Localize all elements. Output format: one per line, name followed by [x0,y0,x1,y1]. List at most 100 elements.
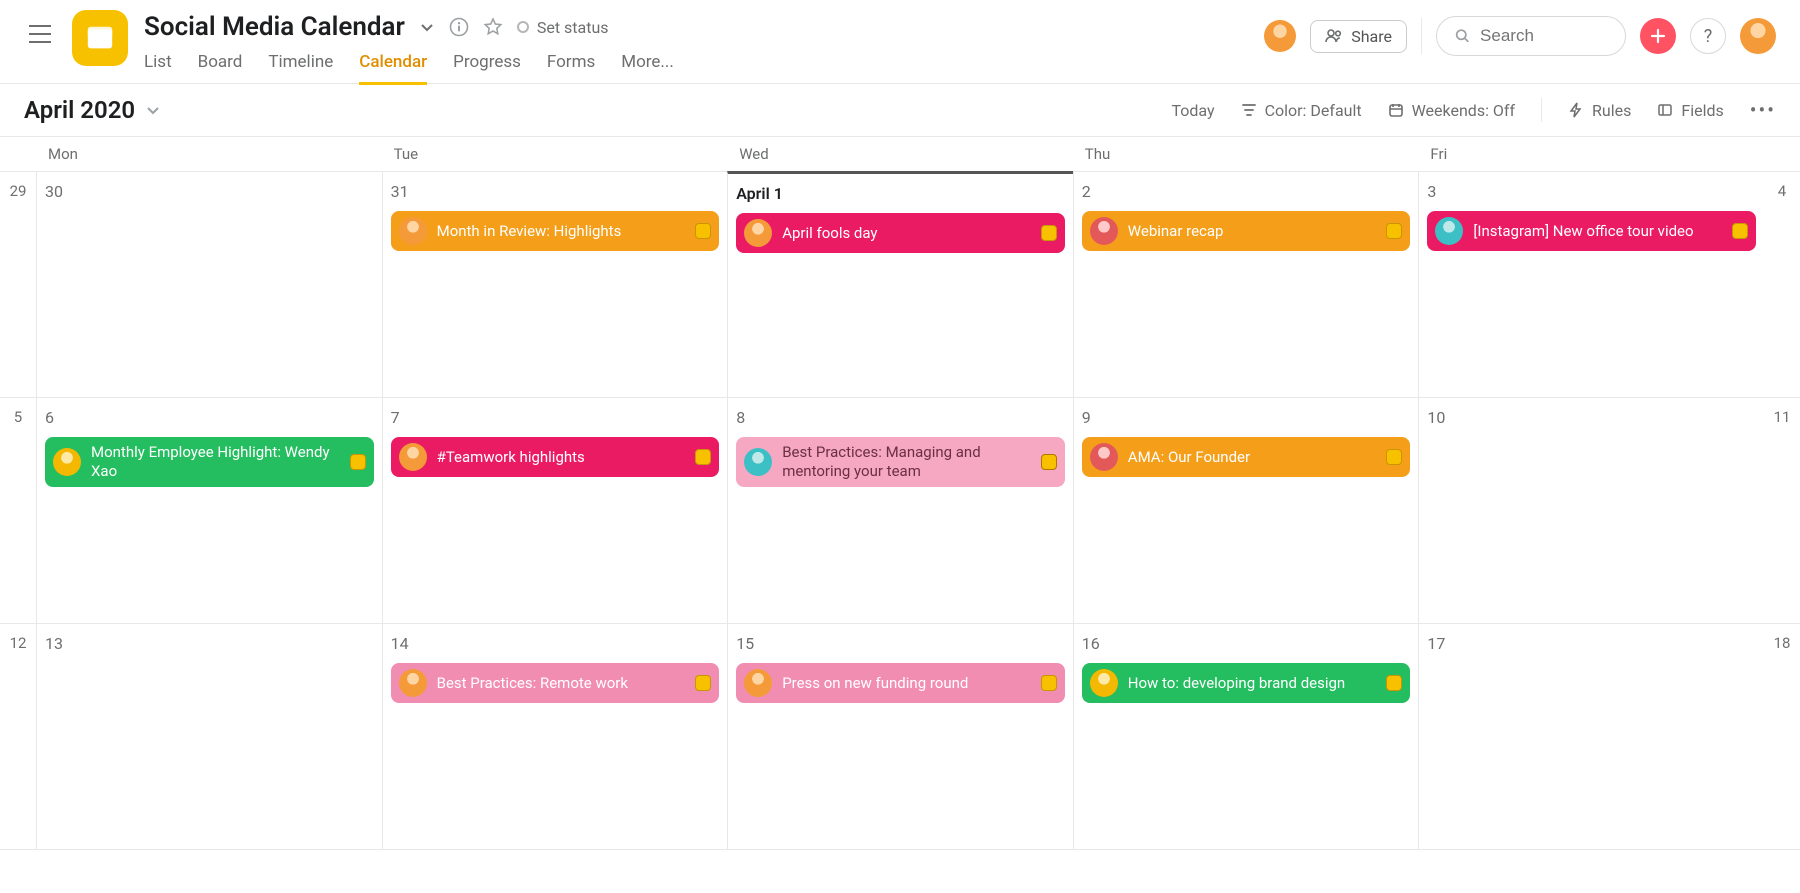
divider [1541,98,1542,122]
event-badge [695,223,711,239]
day-number: 3 [1427,182,1756,201]
event-title: Monthly Employee Highlight: Wendy Xao [91,443,340,481]
calendar-event[interactable]: April fools day [736,213,1065,253]
project-title: Social Media Calendar [144,12,405,42]
tab-forms[interactable]: Forms [547,52,595,85]
day-number: 15 [736,634,1065,653]
topbar-right: Share ? [1264,16,1776,56]
filter-icon [1241,102,1257,118]
calendar-event[interactable]: Monthly Employee Highlight: Wendy Xao [45,437,374,487]
gutter-header [1764,137,1800,171]
info-icon[interactable] [449,17,469,37]
calendar-event[interactable]: How to: developing brand design [1082,663,1411,703]
day-cell[interactable]: 14Best Practices: Remote work [382,624,728,849]
assignee-avatar [744,448,772,476]
event-badge [1041,225,1057,241]
event-title: #Teamwork highlights [437,448,686,467]
calendar-event[interactable]: Webinar recap [1082,211,1411,251]
today-button[interactable]: Today [1172,101,1215,120]
user-avatar[interactable] [1740,18,1776,54]
day-cell[interactable]: 2 Webinar recap [1073,172,1419,397]
day-number: 2 [1082,182,1411,201]
tab-list[interactable]: List [144,52,172,85]
more-options[interactable]: ••• [1750,98,1776,122]
assignee-avatar [744,219,772,247]
tab-progress[interactable]: Progress [453,52,521,85]
assignee-avatar [53,448,81,476]
day-cell[interactable]: 31Month in Review: Highlights [382,172,728,397]
day-cell[interactable]: April 1April fools day [727,171,1073,397]
day-number: 13 [45,634,374,653]
search-box[interactable] [1436,16,1626,56]
assignee-avatar [399,669,427,697]
event-badge [1041,454,1057,470]
day-cell[interactable]: 7 #Teamwork highlights [382,398,728,623]
calendar-event[interactable]: Press on new funding round [736,663,1065,703]
event-title: Best Practices: Remote work [437,674,686,693]
help-label: ? [1704,26,1713,47]
day-number: 7 [391,408,720,427]
day-number: 30 [45,182,374,201]
title-dropdown[interactable] [419,19,435,35]
day-cell[interactable]: 3 [Instagram] New office tour video [1418,172,1764,397]
event-title: [Instagram] New office tour video [1473,222,1722,241]
share-button[interactable]: Share [1310,20,1407,53]
calendar-event[interactable]: Best Practices: Remote work [391,663,720,703]
tab-calendar[interactable]: Calendar [359,52,427,85]
day-cell[interactable]: 30 [36,172,382,397]
tab-more[interactable]: More... [621,52,674,85]
fields-button[interactable]: Fields [1657,101,1723,120]
right-gutter: 11 [1764,398,1800,623]
project-icon [72,10,128,66]
day-cell[interactable]: 17 [1418,624,1764,849]
calendar-event[interactable]: [Instagram] New office tour video [1427,211,1756,251]
day-number: 16 [1082,634,1411,653]
day-cell[interactable]: 9AMA: Our Founder [1073,398,1419,623]
calendar-event[interactable]: Best Practices: Managing and mentoring y… [736,437,1065,487]
assignee-avatar [399,443,427,471]
star-icon[interactable] [483,17,503,37]
right-gutter: 18 [1764,624,1800,849]
calendar-event[interactable]: Month in Review: Highlights [391,211,720,251]
tabs: List Board Timeline Calendar Progress Forms Mo… [144,52,674,85]
left-gutter: 5 [0,398,36,623]
set-status-label: Set status [537,18,609,37]
weekends-toggle[interactable]: Weekends: Off [1388,101,1515,120]
assignee-avatar [1435,217,1463,245]
event-badge [350,454,366,470]
event-title: Month in Review: Highlights [437,222,686,241]
toolbar-right: Today Color: Default Weekends: Off Rules… [1172,98,1777,122]
rules-button[interactable]: Rules [1568,101,1631,120]
color-filter[interactable]: Color: Default [1241,101,1362,120]
day-cell[interactable]: 8Best Practices: Managing and mentoring … [727,398,1073,623]
tab-timeline[interactable]: Timeline [268,52,333,85]
help-button[interactable]: ? [1690,18,1726,54]
weekends-label: Weekends: Off [1412,101,1515,120]
people-icon [1325,29,1343,43]
fields-label: Fields [1681,101,1723,120]
day-number: 10 [1427,408,1756,427]
day-cell[interactable]: 16 How to: developing brand design [1073,624,1419,849]
assignee-avatar [399,217,427,245]
day-cell[interactable]: 6Monthly Employee Highlight: Wendy Xao [36,398,382,623]
calendar-event[interactable]: AMA: Our Founder [1082,437,1411,477]
day-cell[interactable]: 13 [36,624,382,849]
tab-board[interactable]: Board [198,52,243,85]
event-badge [1732,223,1748,239]
month-picker[interactable]: April 2020 [24,96,161,124]
search-input[interactable] [1480,26,1607,46]
event-title: AMA: Our Founder [1128,448,1377,467]
day-cell[interactable]: 10 [1418,398,1764,623]
day-cell[interactable]: 15 Press on new funding round [727,624,1073,849]
add-button[interactable] [1640,18,1676,54]
title-block: Social Media Calendar Set status List Boa… [144,10,674,85]
day-header: Mon Tue Wed Thu Fri [0,136,1800,172]
day-name: Tue [382,137,728,171]
set-status[interactable]: Set status [517,18,609,37]
member-avatar[interactable] [1264,20,1296,52]
menu-toggle[interactable] [24,18,56,50]
right-gutter: 4 [1764,172,1800,397]
calendar-event[interactable]: #Teamwork highlights [391,437,720,477]
fields-icon [1657,102,1673,118]
event-title: Best Practices: Managing and mentoring y… [782,443,1031,481]
